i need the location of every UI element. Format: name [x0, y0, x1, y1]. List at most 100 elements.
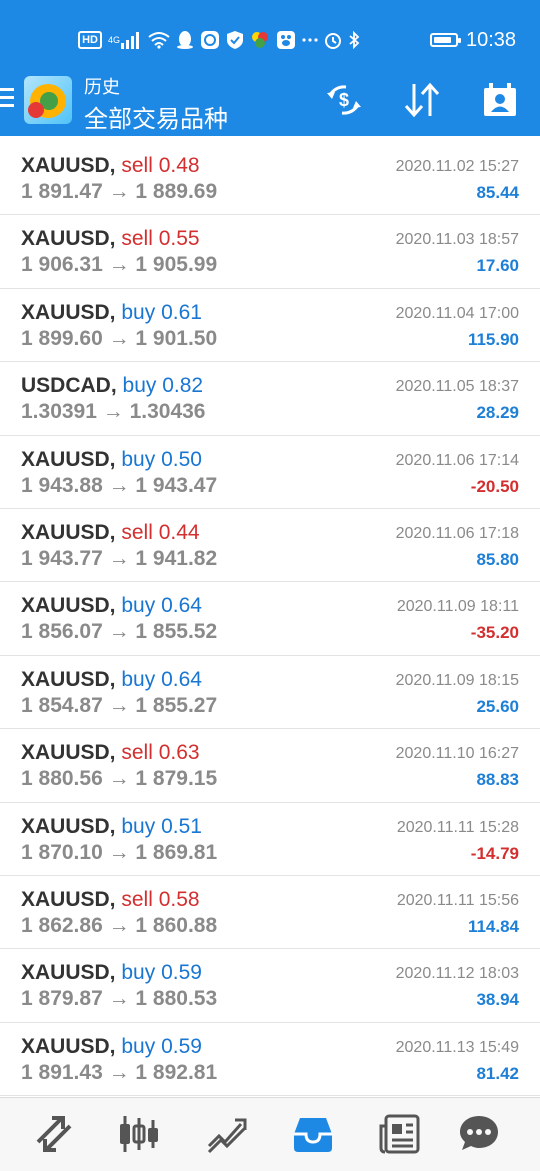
trade-row[interactable]: USDCAD, buy 0.82 1.30391 → 1.30436 2020.11… — [0, 362, 540, 436]
symbol-filter-title[interactable]: 全部交易品种 — [84, 99, 228, 134]
nav-quotes[interactable] — [32, 1112, 76, 1156]
deposit-icon[interactable] — [478, 78, 522, 122]
trade-profit: -14.79 — [470, 843, 519, 863]
trade-prices: 1 943.77 → 1 941.82 — [21, 546, 218, 570]
trade-row[interactable]: XAUUSD, sell 0.44 1 943.77 → 1 941.82 2020… — [0, 509, 540, 583]
trade-profit: -20.50 — [470, 476, 519, 496]
trade-side: buy — [121, 594, 156, 618]
trade-symbol-line: XAUUSD, buy 0.64 — [21, 594, 202, 618]
trade-time: 2020.11.06 17:18 — [395, 524, 519, 542]
trade-time: 2020.11.09 18:11 — [396, 598, 519, 616]
trade-type: buy 0.50 — [116, 448, 202, 471]
trade-symbol-line: XAUUSD, buy 0.51 — [21, 815, 202, 839]
trade-time: 2020.11.02 15:27 — [395, 158, 519, 175]
trade-symbol-line: XAUUSD, sell 0.44 — [21, 521, 200, 545]
trade-prices: 1 862.86 → 1 860.88 — [21, 913, 218, 937]
trade-symbol-line: XAUUSD, buy 0.59 — [21, 961, 202, 985]
trade-symbol-line: XAUUSD, buy 0.61 — [21, 301, 202, 325]
trade-volume: 0.64 — [161, 667, 202, 691]
trade-type: sell 0.44 — [116, 521, 199, 544]
trade-symbol-line: XAUUSD, buy 0.64 — [21, 668, 202, 692]
browser-icon — [200, 30, 220, 50]
signal-label: 4G — [107, 34, 120, 45]
trade-history-list[interactable]: XAUUSD, sell 0.48 1 891.47 → 1 889.69 2020… — [0, 142, 540, 1097]
trade-side: buy — [121, 961, 156, 985]
signal-icon: 4G — [108, 31, 142, 49]
trade-symbol: XAUUSD, — [21, 300, 116, 324]
trade-volume: 0.48 — [158, 154, 200, 177]
trade-side: buy — [121, 447, 156, 471]
trade-icon — [207, 1118, 247, 1154]
trade-volume: 0.64 — [161, 594, 202, 618]
trade-row[interactable]: XAUUSD, buy 0.64 1 854.87 → 1 855.27 2020.… — [0, 656, 540, 730]
trade-time: 2020.11.11 15:28 — [396, 818, 519, 836]
trade-prices: 1 891.43 → 1 892.81 — [21, 1060, 218, 1084]
trade-type: sell 0.63 — [116, 741, 199, 765]
trade-row[interactable]: XAUUSD, buy 0.51 1 870.10 → 1 869.81 2020.… — [0, 803, 540, 876]
status-bar: HD 4G 10:38 — [0, 0, 540, 80]
trade-profit: 85.44 — [476, 183, 519, 202]
trade-side: buy — [121, 814, 156, 838]
nav-history[interactable] — [291, 1112, 335, 1156]
trade-profit: 114.84 — [467, 916, 519, 936]
trade-row[interactable]: XAUUSD, buy 0.59 1 891.43 → 1 892.81 2020.… — [0, 1023, 540, 1097]
trade-time: 2020.11.03 18:57 — [395, 231, 519, 249]
trade-symbol: XAUUSD, — [21, 814, 116, 838]
currency-exchange-icon[interactable]: $ — [322, 78, 366, 122]
trade-volume: 0.58 — [158, 887, 200, 911]
trade-symbol-line: XAUUSD, buy 0.50 — [21, 448, 202, 472]
trade-row[interactable]: XAUUSD, buy 0.61 1 899.60 → 1 901.50 2020.… — [0, 289, 540, 363]
trade-profit: 38.94 — [476, 990, 519, 1010]
menu-icon[interactable] — [0, 86, 16, 110]
trade-volume: 0.82 — [162, 374, 204, 398]
battery-level — [434, 37, 451, 43]
trade-row[interactable]: XAUUSD, sell 0.48 1 891.47 → 1 889.69 2020… — [0, 142, 540, 216]
trade-profit: 25.60 — [476, 696, 519, 716]
trade-symbol: XAUUSD, — [21, 594, 116, 618]
trade-row[interactable]: XAUUSD, sell 0.58 1 862.86 → 1 860.88 2020… — [0, 876, 540, 950]
alarm-icon — [324, 31, 342, 49]
history-icon — [294, 1118, 332, 1152]
trade-prices: 1 879.87 → 1 880.53 — [21, 987, 218, 1011]
trade-prices: 1 891.47 → 1 889.69 — [21, 180, 218, 203]
trade-symbol: USDCAD, — [21, 374, 117, 398]
qq-icon — [176, 30, 194, 50]
sort-icon[interactable] — [400, 78, 444, 122]
trade-symbol: XAUUSD, — [21, 447, 116, 471]
trade-symbol: XAUUSD, — [21, 741, 116, 765]
trade-type: buy 0.64 — [116, 668, 202, 691]
trade-symbol: XAUUSD, — [21, 961, 116, 985]
trade-row[interactable]: XAUUSD, buy 0.50 1 943.88 → 1 943.47 2020.… — [0, 436, 540, 509]
trade-volume: 0.61 — [161, 300, 202, 324]
trade-side: sell — [121, 154, 153, 177]
trade-row[interactable]: XAUUSD, buy 0.64 1 856.07 → 1 855.52 2020.… — [0, 582, 540, 656]
trade-type: buy 0.82 — [117, 374, 204, 398]
trade-time: 2020.11.11 15:56 — [396, 891, 519, 909]
news-icon — [379, 1114, 420, 1154]
trade-symbol: XAUUSD, — [21, 227, 116, 251]
trade-prices: 1.30391 → 1.30436 — [21, 400, 206, 424]
nav-trade[interactable] — [205, 1112, 249, 1156]
trade-time: 2020.11.12 18:03 — [395, 965, 519, 983]
trade-profit: 88.83 — [476, 770, 519, 790]
trade-symbol: XAUUSD, — [21, 887, 116, 911]
nav-news[interactable] — [378, 1112, 422, 1156]
trade-type: sell 0.55 — [116, 227, 199, 251]
trade-side: buy — [121, 667, 156, 691]
trade-symbol: XAUUSD, — [21, 154, 116, 177]
trade-row[interactable]: XAUUSD, sell 0.55 1 906.31 → 1 905.99 2020… — [0, 215, 540, 289]
trade-symbol-line: XAUUSD, sell 0.55 — [21, 227, 200, 251]
trade-profit: 81.42 — [476, 1063, 519, 1083]
trade-time: 2020.11.05 18:37 — [395, 378, 519, 396]
trade-side: sell — [121, 741, 153, 765]
trade-symbol: XAUUSD, — [21, 1034, 116, 1058]
trade-side: sell — [121, 227, 153, 251]
trade-volume: 0.59 — [161, 961, 202, 985]
trade-profit: 17.60 — [476, 256, 519, 276]
trade-row[interactable]: XAUUSD, buy 0.59 1 879.87 → 1 880.53 2020.… — [0, 949, 540, 1023]
trade-row[interactable]: XAUUSD, sell 0.63 1 880.56 → 1 879.15 2020… — [0, 729, 540, 803]
nav-chat[interactable] — [457, 1112, 501, 1156]
bottom-navigation — [0, 1097, 540, 1171]
nav-chart[interactable] — [117, 1112, 161, 1156]
colorful-app-icon — [250, 30, 270, 50]
